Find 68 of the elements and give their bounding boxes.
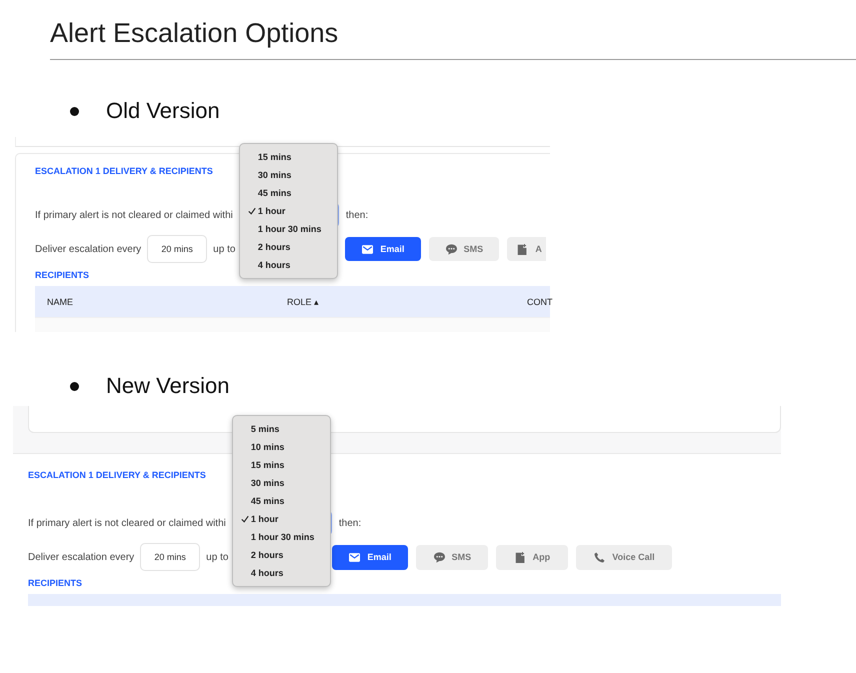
envelope-icon <box>349 552 360 562</box>
menu-item[interactable]: 1 hour <box>240 202 337 220</box>
menu-item[interactable]: 45 mins <box>240 184 337 202</box>
menu-item-label: 10 mins <box>250 442 284 452</box>
menu-item[interactable]: 10 mins <box>232 438 330 456</box>
menu-item[interactable]: 15 mins <box>240 148 337 166</box>
menu-item-label: 1 hour <box>258 206 286 216</box>
menu-item-label: 1 hour <box>250 514 278 524</box>
recipients-heading: RECIPIENTS <box>35 270 90 280</box>
condition-text: If primary alert is not cleared or claimed withi <box>28 518 226 528</box>
recipients-heading: RECIPIENTS <box>28 578 82 588</box>
up-to-text: up to <box>213 244 236 254</box>
page-title: Alert Escalation Options <box>50 17 340 50</box>
menu-item-label: 5 mins <box>250 424 280 434</box>
bullet-text: Old Version <box>106 98 220 124</box>
menu-item-label: 2 hours <box>250 550 284 560</box>
menu-item[interactable]: 45 mins <box>232 492 330 510</box>
menu-item-label: 30 mins <box>250 478 284 488</box>
condition-text: If primary alert is not cleared or claimed withi <box>35 210 233 220</box>
menu-item[interactable]: 4 hours <box>240 256 337 274</box>
column-header[interactable]: CONT <box>527 296 552 306</box>
app-button[interactable]: App <box>496 544 568 570</box>
deliver-label: Deliver escalation every <box>35 244 142 254</box>
envelope-icon <box>362 244 374 254</box>
menu-item[interactable]: 2 hours <box>232 546 330 564</box>
then-text: then: <box>338 518 362 528</box>
menu-item-label: 45 mins <box>250 496 284 506</box>
menu-item[interactable]: 2 hours <box>240 238 337 256</box>
document-icon <box>514 552 526 562</box>
menu-item-label: 2 hours <box>258 242 290 252</box>
column-header[interactable]: ROLE ▴ <box>287 296 527 306</box>
menu-item-label: 45 mins <box>258 188 292 198</box>
menu-item[interactable]: 30 mins <box>232 474 330 492</box>
menu-item-label: 30 mins <box>258 170 292 180</box>
chat-bubble-icon <box>446 244 457 254</box>
menu-item-label: 1 hour 30 mins <box>250 532 314 542</box>
email-button[interactable]: Email <box>345 237 422 261</box>
chat-bubble-icon <box>434 552 445 562</box>
app-button[interactable]: A <box>507 237 546 261</box>
section-heading: ESCALATION 1 DELIVERY & RECIPIENTS <box>35 166 213 176</box>
bullet-text: New Version <box>106 373 230 399</box>
bullet-icon <box>70 106 79 116</box>
menu-item-label: 4 hours <box>250 568 284 578</box>
sms-button[interactable]: SMS <box>429 237 500 261</box>
up-to-text: up to <box>206 552 228 562</box>
column-header[interactable]: NAME <box>47 296 287 306</box>
phone-icon <box>594 552 606 562</box>
menu-item-label: 15 mins <box>258 152 292 162</box>
menu-item[interactable]: 1 hour 30 mins <box>240 220 337 238</box>
then-text: then: <box>346 210 368 220</box>
menu-item[interactable]: 1 hour 30 mins <box>232 528 330 546</box>
interval-field[interactable]: 20 mins <box>140 543 200 571</box>
section-heading: ESCALATION 1 DELIVERY & RECIPIENTS <box>28 470 206 480</box>
voice-button[interactable]: Voice Call <box>576 544 672 570</box>
interval-field[interactable]: 20 mins <box>147 235 208 263</box>
menu-item-label: 15 mins <box>250 460 284 470</box>
menu-item-label: 1 hour 30 mins <box>258 224 322 234</box>
bullet-icon <box>70 382 79 390</box>
menu-item[interactable]: 5 mins <box>232 420 330 438</box>
menu-item-label: 4 hours <box>258 260 290 270</box>
menu-item[interactable]: 15 mins <box>232 456 330 474</box>
sms-button[interactable]: SMS <box>416 544 488 570</box>
menu-item[interactable]: 30 mins <box>240 166 337 184</box>
menu-item[interactable]: 4 hours <box>232 564 330 582</box>
document-icon <box>517 244 528 254</box>
menu-item[interactable]: 1 hour <box>232 510 330 528</box>
email-button[interactable]: Email <box>332 544 408 570</box>
deliver-label: Deliver escalation every <box>28 552 134 562</box>
